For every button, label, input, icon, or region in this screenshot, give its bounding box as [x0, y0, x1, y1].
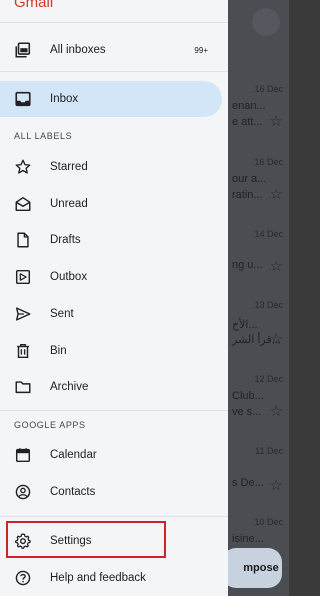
drawer-item-all-inboxes[interactable]: All inboxes 99+	[0, 32, 222, 68]
compose-button: mpose	[222, 548, 282, 588]
folder-icon	[13, 377, 33, 397]
send-icon	[13, 304, 33, 324]
section-heading-google-apps: GOOGLE APPS	[14, 420, 86, 430]
account-avatar	[252, 8, 280, 36]
drawer-item-outbox[interactable]: Outbox	[0, 259, 222, 295]
drawer-item-help-and-feedback[interactable]: Help and feedback	[0, 560, 222, 596]
drawer-item-label: Archive	[50, 381, 89, 393]
drawer-item-bin[interactable]: Bin	[0, 333, 222, 369]
drawer-item-label: Bin	[50, 345, 67, 357]
divider	[0, 410, 228, 411]
email-snippet: Club...	[232, 390, 264, 402]
email-snippet: isine...	[232, 533, 264, 545]
email-snippet: الأخ...	[232, 319, 258, 331]
drawer-item-sent[interactable]: Sent	[0, 296, 222, 332]
list-item: 16 Dec enan... e att... ☆	[228, 84, 289, 144]
email-date: 16 Dec	[254, 84, 283, 94]
email-snippet: ratin...	[232, 189, 263, 201]
calendar-icon	[13, 445, 33, 465]
drawer-item-label: Contacts	[50, 486, 96, 498]
unread-count-badge: 99+	[194, 45, 208, 55]
inbox-icon	[13, 89, 33, 109]
drawer-item-label: Drafts	[50, 234, 81, 246]
email-date: 16 Dec	[254, 157, 283, 167]
drawer-item-unread[interactable]: Unread	[0, 186, 222, 222]
gmail-logo: Gmail	[14, 0, 54, 11]
star-icon: ☆	[269, 477, 283, 494]
drawer-item-label: Unread	[50, 198, 88, 210]
star-icon	[13, 157, 33, 177]
draft-icon	[13, 230, 33, 250]
star-icon: ☆	[269, 331, 283, 348]
trash-icon	[13, 341, 33, 361]
email-snippet: e att...	[232, 116, 263, 128]
drawer-item-inbox[interactable]: Inbox	[0, 81, 222, 117]
email-date: 10 Dec	[254, 517, 283, 527]
email-snippet: ve s...	[232, 406, 262, 418]
drawer-item-drafts[interactable]: Drafts	[0, 222, 222, 258]
drawer-item-label: Help and feedback	[50, 572, 146, 584]
all-inboxes-icon	[13, 40, 33, 60]
unread-mail-icon	[13, 194, 33, 214]
email-snippet: ng u...	[232, 259, 263, 271]
drawer-item-calendar[interactable]: Calendar	[0, 437, 222, 473]
drawer-item-label: Inbox	[50, 93, 79, 105]
list-item: 12 Dec Club... ve s... ☆	[228, 374, 289, 434]
email-date: 13 Dec	[254, 300, 283, 310]
list-item: 14 Dec ng u... ☆	[228, 229, 289, 289]
list-item: 11 Dec s De... ☆	[228, 446, 289, 506]
divider	[0, 22, 228, 23]
drawer-item-label: All inboxes	[50, 44, 106, 56]
star-icon: ☆	[269, 258, 283, 275]
email-snippet: s De...	[232, 477, 264, 489]
email-date: 12 Dec	[254, 374, 283, 384]
settings-highlight-box	[6, 521, 166, 558]
compose-label: mpose	[243, 562, 279, 574]
list-item: 13 Dec الأخ... قرأ الشر... ☆	[228, 300, 289, 360]
email-snippet: our a...	[232, 173, 267, 185]
drawer-item-label: Sent	[50, 308, 74, 320]
divider	[0, 71, 228, 72]
help-icon	[13, 568, 33, 588]
outbox-icon	[13, 267, 33, 287]
list-item: 16 Dec our a... ratin... ☆	[228, 157, 289, 217]
section-heading-all-labels: ALL LABELS	[14, 131, 73, 141]
email-snippet: enan...	[232, 100, 266, 112]
drawer-item-label: Calendar	[50, 449, 97, 461]
drawer-item-archive[interactable]: Archive	[0, 369, 222, 405]
drawer-item-starred[interactable]: Starred	[0, 149, 222, 185]
star-icon: ☆	[269, 186, 283, 203]
email-date: 11 Dec	[255, 446, 283, 456]
drawer-item-contacts[interactable]: Contacts	[0, 474, 222, 510]
drawer-item-label: Outbox	[50, 271, 88, 283]
drawer-item-label: Starred	[50, 161, 88, 173]
navigation-drawer: Gmail All inboxes 99+ Inbox ALL LABELS S…	[0, 0, 228, 596]
divider	[0, 516, 228, 517]
email-date: 14 Dec	[254, 229, 283, 239]
star-icon: ☆	[269, 113, 283, 130]
star-icon: ☆	[269, 403, 283, 420]
contacts-icon	[13, 482, 33, 502]
